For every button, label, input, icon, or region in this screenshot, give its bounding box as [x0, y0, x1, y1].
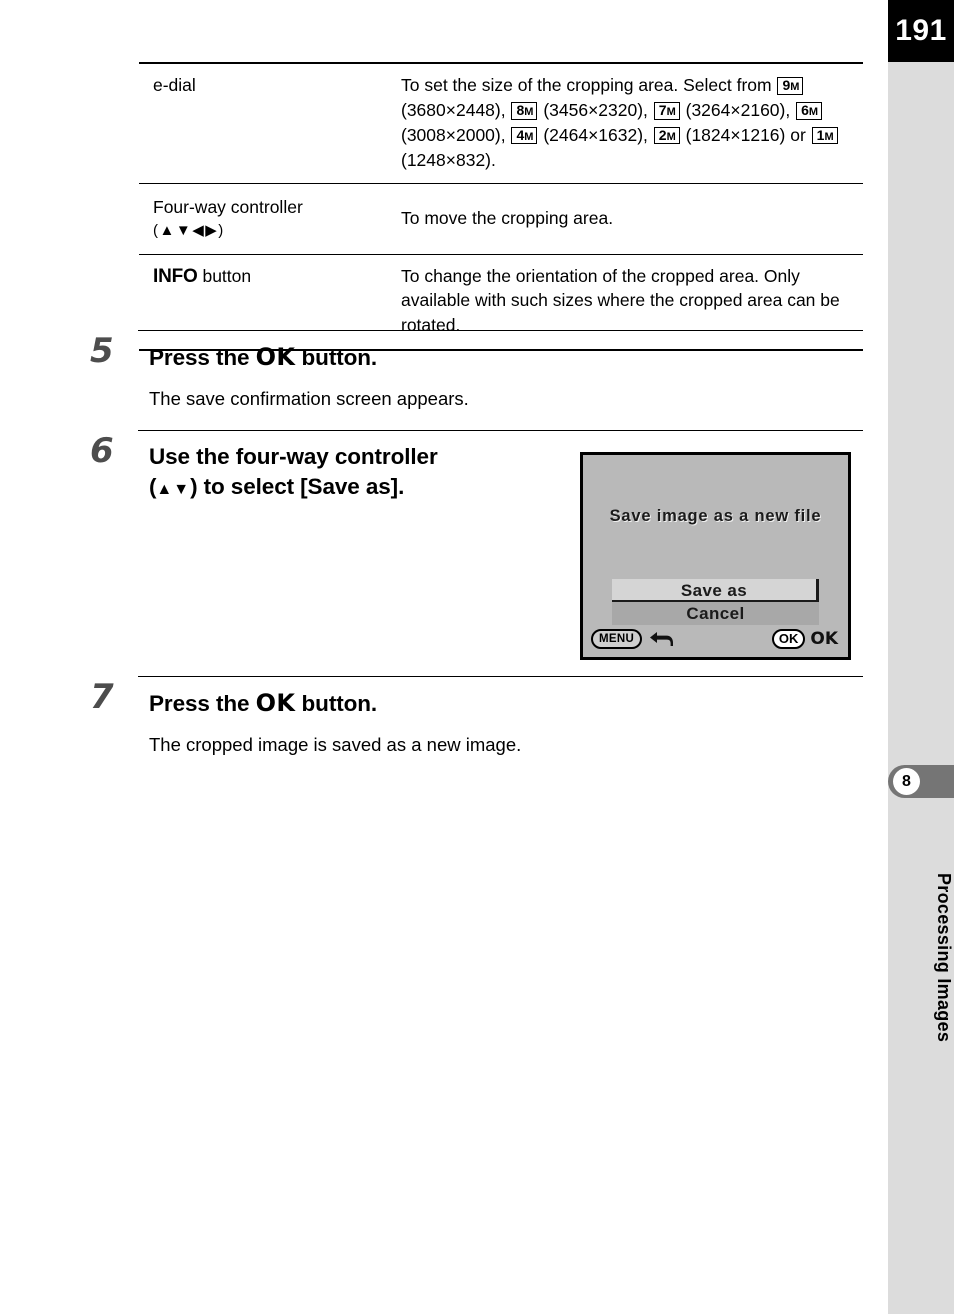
lcd-menu-item-save-as[interactable]: Save as	[612, 579, 819, 602]
lcd-menu-list: Save as Cancel	[612, 579, 819, 625]
step-title-suffix: button.	[295, 691, 378, 716]
size-badge-2m: 2M	[653, 126, 680, 145]
size-dims-8m: (3456×2320),	[543, 99, 653, 120]
step-7: 7 Press the OK button. The cropped image…	[90, 676, 863, 758]
chapter-rail	[888, 0, 954, 1314]
step-body: Press the OK button. The save confirmati…	[149, 330, 863, 412]
table-cell-description: To set the size of the cropping area. Se…	[387, 63, 863, 184]
description-prefix: To set the size of the cropping area. Se…	[401, 75, 777, 95]
back-arrow-icon	[648, 630, 674, 648]
step-title-suffix: button.	[295, 345, 378, 370]
step-divider	[138, 676, 863, 677]
size-dims-4m: (2464×1632),	[543, 124, 653, 145]
table-row: Four-way controller (▲▼◀▶) To move the c…	[139, 183, 863, 254]
table-row: e-dial To set the size of the cropping a…	[139, 63, 863, 184]
step-title: Press the OK button.	[149, 688, 863, 720]
step-number: 6	[90, 431, 114, 471]
ok-button-badge[interactable]: OK	[771, 629, 806, 649]
step-description: The cropped image is saved as a new imag…	[149, 733, 522, 755]
step-title-prefix: Press the	[149, 691, 256, 716]
size-badge-unit: M	[666, 105, 676, 118]
up-down-arrows-icon: ▲▼	[156, 480, 191, 498]
step-title: Press the OK button.	[149, 342, 863, 374]
lcd-title: Save image as a new file	[609, 507, 822, 525]
step-5: 5 Press the OK button. The save confirma…	[90, 330, 863, 412]
size-badge-unit: M	[808, 105, 819, 118]
control-name-rest: button	[197, 265, 252, 286]
four-way-arrows-icon: (▲▼◀▶)	[153, 222, 225, 240]
step-number: 7	[90, 677, 114, 717]
ok-button-glyph: OK	[255, 689, 296, 717]
size-badge-unit: M	[524, 105, 534, 118]
control-name: Four-way controller	[153, 197, 303, 218]
step-body: Press the OK button. The cropped image i…	[149, 676, 863, 758]
table-cell-description: To move the cropping area.	[387, 184, 863, 254]
chapter-tab: 8	[888, 765, 954, 798]
step-number: 5	[90, 331, 114, 371]
camera-lcd-illustration: Save image as a new file Save as Cancel …	[580, 452, 851, 660]
page-number: 191	[895, 14, 947, 47]
size-badge-7m: 7M	[653, 101, 680, 120]
size-badge-number: 6	[801, 101, 809, 118]
size-badge-unit: M	[790, 81, 800, 93]
page-number-box: 191	[888, 0, 954, 62]
size-badge-8m: 8M	[511, 101, 538, 120]
table-cell-control: e-dial	[139, 63, 387, 184]
step-divider	[138, 430, 863, 431]
size-dims-1m: (1248×832).	[401, 149, 496, 170]
size-badge-4m: 4M	[511, 126, 538, 145]
info-button-label: INFO	[153, 265, 198, 287]
description-text: To change the orientation of the cropped…	[401, 265, 840, 336]
size-badge-1m: 1M	[811, 126, 838, 145]
step-title-prefix: Press the	[149, 345, 256, 370]
size-badge-unit: M	[824, 130, 834, 143]
control-description-table: e-dial To set the size of the cropping a…	[139, 62, 863, 351]
size-dims-2m: (1824×1216) or	[685, 124, 811, 145]
step-title-suffix: ) to select [Save as].	[190, 473, 405, 499]
lcd-menu-item-cancel[interactable]: Cancel	[612, 602, 819, 625]
ok-button-glyph: OK	[255, 343, 296, 371]
size-badge-number: 2	[658, 126, 667, 143]
size-badge-unit: M	[524, 130, 534, 143]
table-cell-control: Four-way controller (▲▼◀▶)	[139, 184, 387, 254]
lcd-footer-right: OK OK	[771, 629, 838, 649]
lcd-footer-bar: MENU OK OK	[583, 625, 848, 649]
page-content: e-dial To set the size of the cropping a…	[0, 0, 888, 1314]
size-badge-9m: 9M	[777, 77, 804, 95]
chapter-number-badge: 8	[893, 768, 920, 795]
size-badge-6m: 6M	[796, 101, 823, 120]
chapter-title: Processing Images	[934, 873, 954, 1043]
size-badge-unit: M	[666, 130, 676, 143]
step-description: The save confirmation screen appears.	[149, 387, 469, 409]
lcd-footer-left: MENU	[591, 629, 674, 649]
control-name: e-dial	[153, 75, 196, 95]
size-badge-number: 7	[658, 101, 667, 118]
menu-button-badge[interactable]: MENU	[591, 629, 643, 649]
size-dims-9m: (3680×2448),	[401, 99, 511, 120]
ok-action-label: OK	[810, 629, 838, 649]
size-dims-7m: (3264×2160),	[685, 99, 796, 120]
description-text: To move the cropping area.	[401, 208, 614, 229]
size-dims-6m: (3008×2000),	[401, 124, 511, 145]
step-divider	[138, 330, 863, 331]
